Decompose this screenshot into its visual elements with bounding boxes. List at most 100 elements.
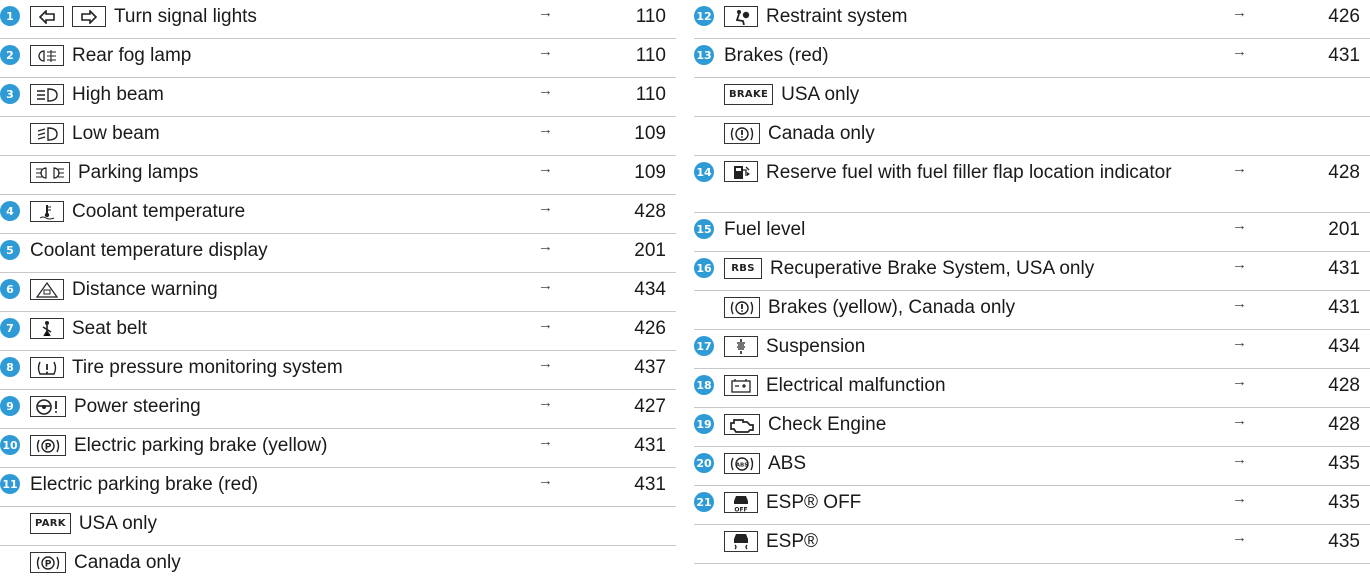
rear-fog-icon <box>30 45 64 66</box>
item-number-badge: 20 <box>694 453 714 473</box>
item-number-badge: 1 <box>0 6 20 26</box>
brake-circle-icon <box>724 123 760 144</box>
parking-brake-icon: P <box>30 435 66 456</box>
page-reference-arrow: → <box>1232 295 1247 312</box>
page-reference-arrow: → <box>538 355 553 372</box>
page-reference-link[interactable]: 426 <box>634 318 666 340</box>
list-item: Canada only <box>694 117 1370 156</box>
coolant-icon <box>30 201 64 222</box>
page-reference-link[interactable]: 431 <box>634 474 666 496</box>
item-number-badge: 2 <box>0 45 20 65</box>
list-item: 14 Reserve fuel with fuel filler flap loc… <box>694 156 1370 213</box>
list-item: 16 RBS Recuperative Brake System, USA only… <box>694 252 1370 291</box>
item-label: Reserve fuel with fuel filler flap locat… <box>766 162 1172 183</box>
page-reference-link[interactable]: 109 <box>634 123 666 145</box>
page-reference-arrow: → <box>1232 412 1247 429</box>
item-label: Brakes (red) <box>724 45 829 66</box>
page-reference-link[interactable]: 110 <box>636 84 666 106</box>
item-label: Suspension <box>766 336 866 357</box>
page-reference-link[interactable]: 426 <box>1328 6 1360 28</box>
page-reference-link[interactable]: 428 <box>634 201 666 223</box>
svg-text:P: P <box>45 559 52 569</box>
list-item: 13 Brakes (red) → 431 <box>694 39 1370 78</box>
fuel-icon <box>724 161 758 182</box>
list-item: BRAKE USA only <box>694 78 1370 117</box>
esp-icon <box>724 531 758 552</box>
suspension-icon <box>724 336 758 357</box>
esp-off-icon: OFF <box>724 492 758 513</box>
list-item: 3 High beam → 110 <box>0 78 676 117</box>
list-item: 9 Power steering → 427 <box>0 390 676 429</box>
item-number-badge: 19 <box>694 414 714 434</box>
item-number-badge: 10 <box>0 435 20 455</box>
list-item: Low beam → 109 <box>0 117 676 156</box>
turn-right-icon <box>72 6 106 27</box>
low-beam-icon <box>30 123 64 144</box>
item-number-badge: 11 <box>0 474 20 494</box>
page-reference-link[interactable]: 434 <box>634 279 666 301</box>
item-number-badge: 5 <box>0 240 20 260</box>
page-reference-link[interactable]: 431 <box>1328 258 1360 280</box>
page-reference-link[interactable]: 434 <box>1328 336 1360 358</box>
page-reference-link[interactable]: 431 <box>634 435 666 457</box>
item-label: Parking lamps <box>78 162 199 183</box>
item-number-badge: 9 <box>0 396 20 416</box>
page-reference-arrow: → <box>538 394 553 411</box>
page-reference-link[interactable]: 435 <box>1328 492 1360 514</box>
right-column: 12 Restraint system → 426 13 Brakes (red) → 431… <box>694 0 1370 564</box>
page-reference-link[interactable]: 431 <box>1328 297 1360 319</box>
tire-pressure-icon <box>30 357 64 378</box>
item-number-badge: 13 <box>694 45 714 65</box>
brake-badge-icon: BRAKE <box>724 84 774 105</box>
page-reference-arrow: → <box>1232 529 1247 546</box>
page-reference-link[interactable]: 435 <box>1328 531 1360 553</box>
page-reference-link[interactable]: 109 <box>634 162 666 184</box>
page-reference-link[interactable]: 428 <box>1328 375 1360 397</box>
page-reference-link[interactable]: 201 <box>634 240 666 262</box>
item-label: Restraint system <box>766 6 908 27</box>
page-reference-link[interactable]: 201 <box>1328 219 1360 241</box>
page-reference-arrow: → <box>538 472 553 489</box>
battery-icon <box>724 375 758 396</box>
parking-brake-icon: P <box>30 552 66 573</box>
page-reference-arrow: → <box>1232 217 1247 234</box>
item-label: Electrical malfunction <box>766 375 946 396</box>
item-label: ABS <box>768 453 807 474</box>
item-number-badge: 7 <box>0 318 20 338</box>
item-label: Power steering <box>74 396 201 417</box>
page-reference-arrow: → <box>538 160 553 177</box>
item-number-badge: 8 <box>0 357 20 377</box>
item-label: Canada only <box>74 552 181 573</box>
list-item: 17 Suspension → 434 <box>694 330 1370 369</box>
item-label: Coolant temperature <box>72 201 246 222</box>
page-reference-link[interactable]: 110 <box>636 45 666 67</box>
high-beam-icon <box>30 84 64 105</box>
page-reference-link[interactable]: 428 <box>1328 414 1360 436</box>
list-item: 15 Fuel level → 201 <box>694 213 1370 252</box>
page-reference-arrow: → <box>538 82 553 99</box>
item-number-badge: 21 <box>694 492 714 512</box>
list-item: 8 Tire pressure monitoring system → 437 <box>0 351 676 390</box>
list-item: 4 Coolant temperature → 428 <box>0 195 676 234</box>
distance-icon <box>30 279 64 300</box>
item-label: Recuperative Brake System, USA only <box>770 258 1095 279</box>
page-reference-link[interactable]: 437 <box>634 357 666 379</box>
page-reference-link[interactable]: 110 <box>636 6 666 28</box>
list-item: 20 ABS ABS → 435 <box>694 447 1370 486</box>
page-reference-link[interactable]: 435 <box>1328 453 1360 475</box>
list-item: P Canada only <box>0 546 676 585</box>
page-reference-link[interactable]: 428 <box>1328 162 1360 184</box>
page-reference-arrow: → <box>538 316 553 333</box>
item-label: Electric parking brake (yellow) <box>74 435 328 456</box>
page-reference-link[interactable]: 431 <box>1328 45 1360 67</box>
restraint-icon <box>724 6 758 27</box>
page-reference-arrow: → <box>538 199 553 216</box>
park-badge-icon: PARK <box>30 513 71 534</box>
page-reference-link[interactable]: 427 <box>634 396 666 418</box>
item-label: Fuel level <box>724 219 806 240</box>
page-reference-arrow: → <box>1232 256 1247 273</box>
list-item: 12 Restraint system → 426 <box>694 0 1370 39</box>
engine-icon <box>724 414 760 435</box>
item-label: Tire pressure monitoring system <box>72 357 343 378</box>
page-reference-arrow: → <box>1232 43 1247 60</box>
